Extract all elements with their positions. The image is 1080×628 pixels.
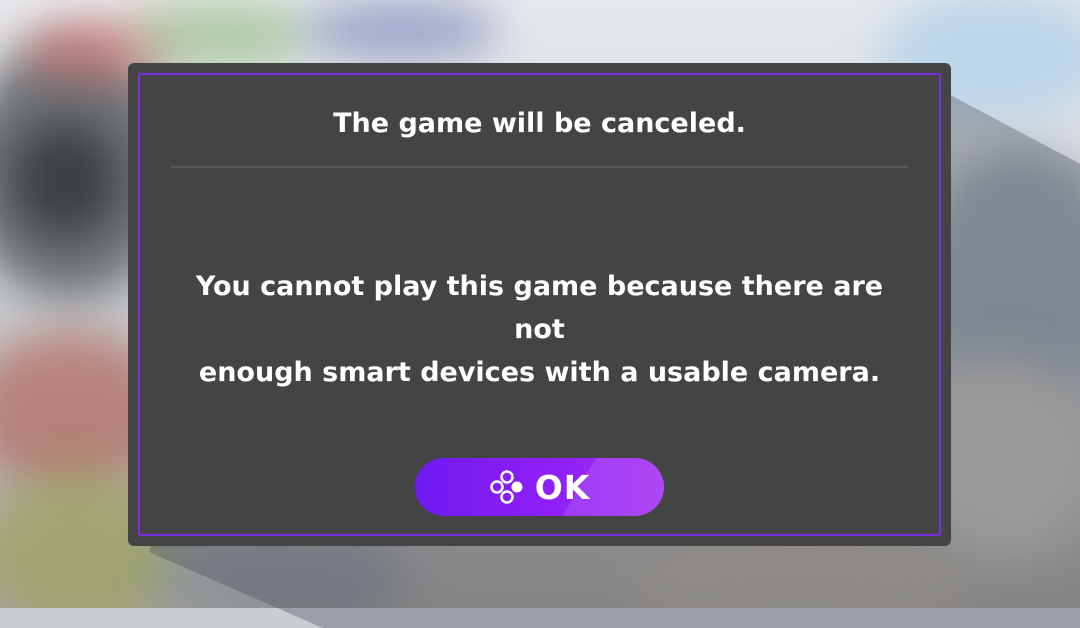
a-button-icon — [489, 470, 523, 504]
dialog-divider — [171, 166, 908, 168]
dialog-title: The game will be canceled. — [333, 108, 746, 139]
ok-label: OK — [534, 467, 591, 507]
cancel-dialog: The game will be canceled. You cannot pl… — [128, 63, 951, 546]
dialog-message: You cannot play this game because there … — [195, 271, 884, 388]
ok-button[interactable]: OK — [415, 458, 664, 516]
